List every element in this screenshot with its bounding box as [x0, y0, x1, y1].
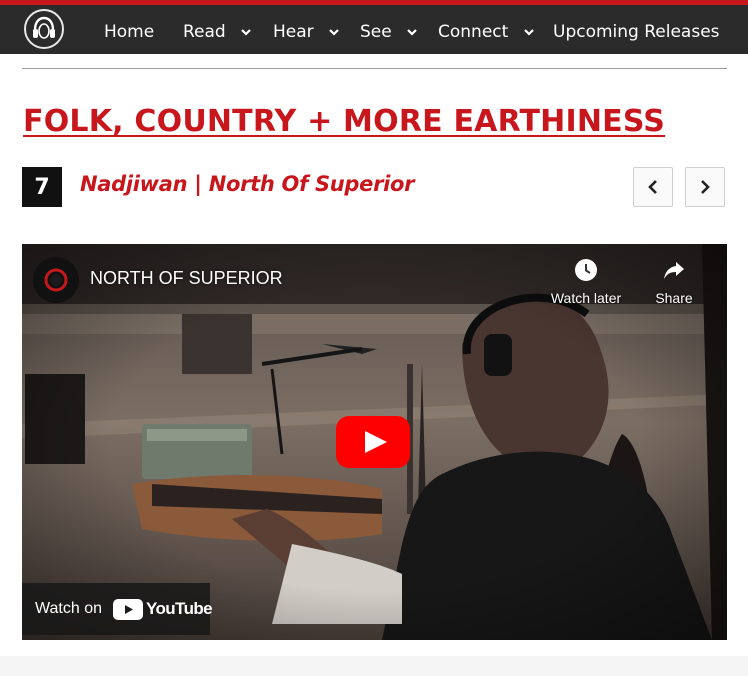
share-button[interactable]: Share	[634, 258, 714, 306]
nav-item-read[interactable]: Read	[183, 10, 251, 54]
divider	[22, 68, 727, 69]
watch-on-youtube-button[interactable]: Watch on YouTube	[22, 583, 213, 635]
nav-item-label: Read	[183, 22, 226, 42]
nav-item-label: Home	[104, 22, 155, 42]
page-bottom-band	[0, 656, 748, 676]
chevron-right-icon	[701, 180, 710, 194]
nav-item-see[interactable]: See	[360, 10, 417, 54]
share-arrow-icon	[664, 262, 684, 279]
site-logo[interactable]	[24, 9, 64, 49]
nav-item-hear[interactable]: Hear	[273, 10, 339, 54]
nav-item-label: Hear	[273, 22, 314, 42]
nav-item-home[interactable]: Home	[104, 10, 154, 54]
share-label: Share	[655, 290, 693, 306]
nav-item-label: Upcoming Releases	[553, 22, 720, 42]
youtube-logo: YouTube	[113, 598, 213, 620]
section-title[interactable]: FOLK, COUNTRY + MORE EARTHINESS	[23, 104, 665, 139]
next-button[interactable]	[685, 167, 725, 207]
nav-item-label: See	[360, 22, 392, 42]
top-navigation-bar: Home Read Hear See Connect Upcoming Rele…	[0, 0, 748, 54]
channel-avatar[interactable]	[33, 257, 79, 303]
chevron-down-icon	[523, 28, 534, 36]
youtube-wordmark: YouTube	[146, 599, 213, 618]
rank-number: 7	[34, 174, 50, 200]
watch-on-label: Watch on	[35, 600, 102, 617]
track-title: Nadjiwan | North Of Superior	[80, 172, 415, 196]
play-button[interactable]	[336, 416, 410, 468]
channel-ring-icon	[44, 268, 68, 292]
headphones-face-logo-icon	[33, 16, 55, 39]
chevron-down-icon	[407, 28, 417, 36]
rank-badge: 7	[22, 167, 62, 207]
video-title[interactable]: NORTH OF SUPERIOR	[90, 268, 283, 289]
previous-button[interactable]	[633, 167, 673, 207]
watch-later-label: Watch later	[550, 290, 622, 306]
chevron-down-icon	[329, 28, 339, 36]
youtube-play-icon	[113, 598, 143, 620]
watch-later-button[interactable]: Watch later	[546, 258, 626, 306]
clock-icon	[575, 259, 597, 281]
chevron-left-icon	[648, 180, 657, 194]
nav-item-label: Connect	[438, 22, 509, 42]
video-player[interactable]: NORTH OF SUPERIOR Watch later Share Watc…	[22, 244, 727, 640]
nav-item-connect[interactable]: Connect	[438, 10, 534, 54]
play-icon	[336, 416, 410, 468]
nav-item-upcoming-releases[interactable]: Upcoming Releases	[553, 10, 720, 54]
chevron-down-icon	[241, 28, 251, 36]
